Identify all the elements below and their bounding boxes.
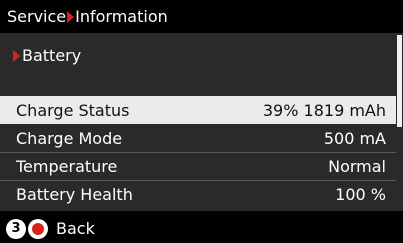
page-title: Information xyxy=(75,7,168,26)
row-charge-status[interactable]: Charge Status 39% 1819 mAh xyxy=(0,96,396,124)
section-battery[interactable]: Battery xyxy=(12,46,81,65)
row-label: Charge Mode xyxy=(16,128,123,148)
row-value: 39% 1819 mAh xyxy=(262,100,386,120)
breadcrumb-arrow-icon xyxy=(67,10,75,23)
row-value: 500 mA xyxy=(323,128,386,148)
row-temperature[interactable]: Temperature Normal xyxy=(0,152,396,180)
record-button-icon xyxy=(28,218,48,239)
scrollbar-thumb[interactable] xyxy=(397,35,402,127)
footer-bar: 3 Back xyxy=(0,214,403,243)
row-label: Temperature xyxy=(16,157,118,176)
scrollbar[interactable] xyxy=(396,33,403,211)
breadcrumb-root: Service xyxy=(7,7,67,26)
info-list: Charge Status 39% 1819 mAh Charge Mode 5… xyxy=(0,96,403,211)
row-label: Battery Health xyxy=(16,185,133,204)
back-button[interactable]: Back xyxy=(56,219,95,238)
row-battery-health[interactable]: Battery Health 100 % xyxy=(0,180,396,208)
red-arrow-icon xyxy=(13,49,20,62)
section-header: Battery xyxy=(0,33,403,96)
title-bar: Service Information xyxy=(0,0,403,33)
row-value: Normal xyxy=(328,157,386,176)
row-label: Charge Status xyxy=(16,100,130,120)
button-number-badge: 3 xyxy=(6,218,26,239)
section-label: Battery xyxy=(22,46,82,65)
row-value: 100 % xyxy=(335,185,386,204)
row-charge-mode[interactable]: Charge Mode 500 mA xyxy=(0,124,396,152)
